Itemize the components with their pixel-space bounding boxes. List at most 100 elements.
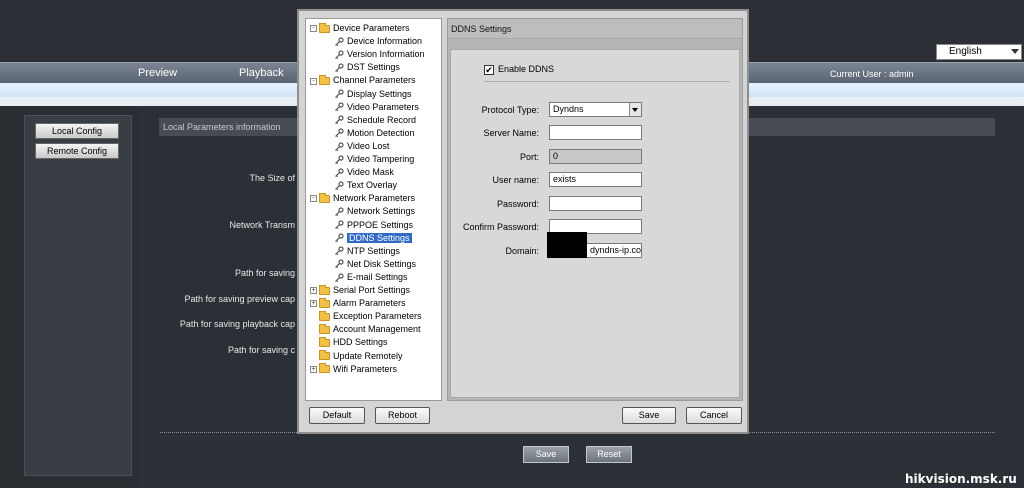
- tree-folder-item[interactable]: - Channel Parameters: [310, 74, 416, 87]
- path-playback-capture-label: Path for saving playback cap: [179, 319, 295, 329]
- folder-icon: [319, 297, 330, 308]
- local-config-button[interactable]: Local Config: [35, 123, 119, 139]
- protocol-type-select[interactable]: Dyndns: [549, 102, 642, 117]
- main-reset-button[interactable]: Reset: [586, 446, 632, 463]
- tree-leaf-item[interactable]: Device Information: [334, 35, 422, 48]
- password-input[interactable]: [549, 196, 642, 211]
- wrench-icon: [334, 259, 344, 269]
- tree-item-label: Video Parameters: [347, 101, 419, 112]
- tree-leaf-item[interactable]: Video Parameters: [334, 101, 419, 114]
- tree-folder-item[interactable]: + Alarm Parameters: [310, 297, 406, 310]
- tree-item-label: Exception Parameters: [333, 311, 422, 322]
- settings-tree: - Device Parameters Device Information Vers…: [305, 18, 442, 401]
- wrench-icon: [334, 102, 344, 112]
- tree-item-label: Channel Parameters: [333, 75, 416, 86]
- tree-leaf-item[interactable]: Network Settings: [334, 205, 415, 218]
- collapse-icon[interactable]: -: [310, 195, 317, 203]
- tree-item-label: Video Mask: [347, 167, 394, 178]
- server-name-input[interactable]: [549, 125, 642, 140]
- tree-leaf-item[interactable]: Display Settings: [334, 88, 412, 101]
- size-label: The Size of: [249, 173, 295, 183]
- wrench-icon: [334, 63, 344, 73]
- redaction-block: [547, 232, 587, 258]
- settings-body: ✔ Enable DDNS Protocol Type: Dyndns Serv…: [450, 49, 740, 398]
- port-input: 0: [549, 149, 642, 164]
- path-saving-label: Path for saving: [234, 268, 295, 278]
- tree-item-label: Motion Detection: [347, 127, 415, 138]
- dialog-save-button[interactable]: Save: [622, 407, 676, 424]
- tree-leaf-item[interactable]: Schedule Record: [334, 114, 416, 127]
- language-value: English: [949, 46, 982, 57]
- tree-leaf-item[interactable]: DST Settings: [334, 61, 400, 74]
- tree-folder-item[interactable]: - Device Parameters: [310, 22, 410, 35]
- folder-icon: [319, 323, 330, 334]
- tree-folder-item[interactable]: HDD Settings: [310, 336, 388, 349]
- tree-folder-item[interactable]: Update Remotely: [310, 350, 403, 363]
- tree-leaf-item[interactable]: NTP Settings: [334, 245, 400, 258]
- user-name-label: User name:: [492, 175, 539, 185]
- enable-ddns-checkbox[interactable]: ✔: [484, 65, 494, 75]
- main-save-button[interactable]: Save: [523, 446, 569, 463]
- chevron-down-icon[interactable]: [1011, 49, 1019, 54]
- tree-folder-item[interactable]: + Wifi Parameters: [310, 363, 397, 376]
- wrench-icon: [334, 168, 344, 178]
- tree-item-label: Wifi Parameters: [333, 363, 398, 374]
- folder-icon: [319, 310, 330, 321]
- tree-item-label: NTP Settings: [347, 245, 400, 256]
- reboot-button[interactable]: Reboot: [375, 407, 430, 424]
- default-button[interactable]: Default: [309, 407, 365, 424]
- chevron-down-icon[interactable]: [629, 103, 641, 116]
- tree-leaf-item[interactable]: DDNS Settings: [334, 232, 412, 245]
- tree-leaf-item[interactable]: Video Mask: [334, 166, 394, 179]
- language-select[interactable]: English: [936, 44, 1022, 60]
- folder-icon: [319, 192, 330, 203]
- separator: [484, 81, 730, 82]
- folder-icon: [319, 75, 330, 86]
- wrench-icon: [334, 155, 344, 165]
- tree-leaf-item[interactable]: Net Disk Settings: [334, 258, 416, 271]
- wrench-icon: [334, 141, 344, 152]
- ddns-settings-panel: DDNS Settings ✔ Enable DDNS Protocol Typ…: [447, 18, 743, 401]
- expand-icon[interactable]: +: [310, 365, 317, 373]
- watermark: hikvision.msk.ru: [905, 472, 1017, 486]
- port-label: Port:: [519, 152, 539, 162]
- tree-item-label: Video Lost: [347, 140, 390, 151]
- server-name-label: Server Name:: [483, 128, 539, 138]
- network-transmission-label: Network Transm: [229, 220, 295, 230]
- tree-leaf-item[interactable]: Video Tampering: [334, 153, 414, 166]
- wrench-icon: [334, 128, 344, 138]
- tree-item-label: Device Information: [347, 36, 423, 47]
- wrench-icon: [334, 37, 344, 47]
- tree-item-label: PPPOE Settings: [347, 219, 414, 230]
- collapse-icon[interactable]: -: [310, 25, 317, 33]
- user-name-input[interactable]: exists: [549, 172, 642, 187]
- tree-leaf-item[interactable]: PPPOE Settings: [334, 219, 413, 232]
- tree-item-label: Network Settings: [347, 206, 416, 217]
- tree-item-label: Display Settings: [347, 88, 412, 99]
- tree-folder-item[interactable]: - Network Parameters: [310, 192, 415, 205]
- tree-leaf-item[interactable]: Text Overlay: [334, 179, 397, 192]
- collapse-icon[interactable]: -: [310, 77, 317, 85]
- dialog-cancel-button[interactable]: Cancel: [686, 407, 742, 424]
- tree-folder-item[interactable]: Exception Parameters: [310, 310, 422, 323]
- tree-folder-item[interactable]: + Serial Port Settings: [310, 284, 410, 297]
- folder-icon: [319, 350, 330, 361]
- tree-item-label: Text Overlay: [347, 180, 398, 191]
- expand-icon[interactable]: +: [310, 300, 317, 308]
- tree-item-label: Version Information: [347, 49, 425, 60]
- domain-label: Domain:: [505, 246, 539, 256]
- nav-playback[interactable]: Playback: [239, 67, 284, 79]
- tree-item-label: Update Remotely: [333, 350, 403, 361]
- tree-leaf-item[interactable]: Video Lost: [334, 140, 389, 153]
- expand-icon[interactable]: +: [310, 287, 317, 295]
- wrench-icon: [334, 115, 344, 125]
- tree-leaf-item[interactable]: E-mail Settings: [334, 271, 408, 284]
- remote-config-button[interactable]: Remote Config: [35, 143, 119, 159]
- wrench-icon: [334, 246, 344, 256]
- nav-preview[interactable]: Preview: [138, 67, 177, 79]
- tree-leaf-item[interactable]: Version Information: [334, 48, 425, 61]
- tree-folder-item[interactable]: Account Management: [310, 323, 421, 336]
- tree-leaf-item[interactable]: Motion Detection: [334, 127, 415, 140]
- folder-icon: [319, 337, 330, 348]
- protocol-type-label: Protocol Type:: [481, 105, 539, 115]
